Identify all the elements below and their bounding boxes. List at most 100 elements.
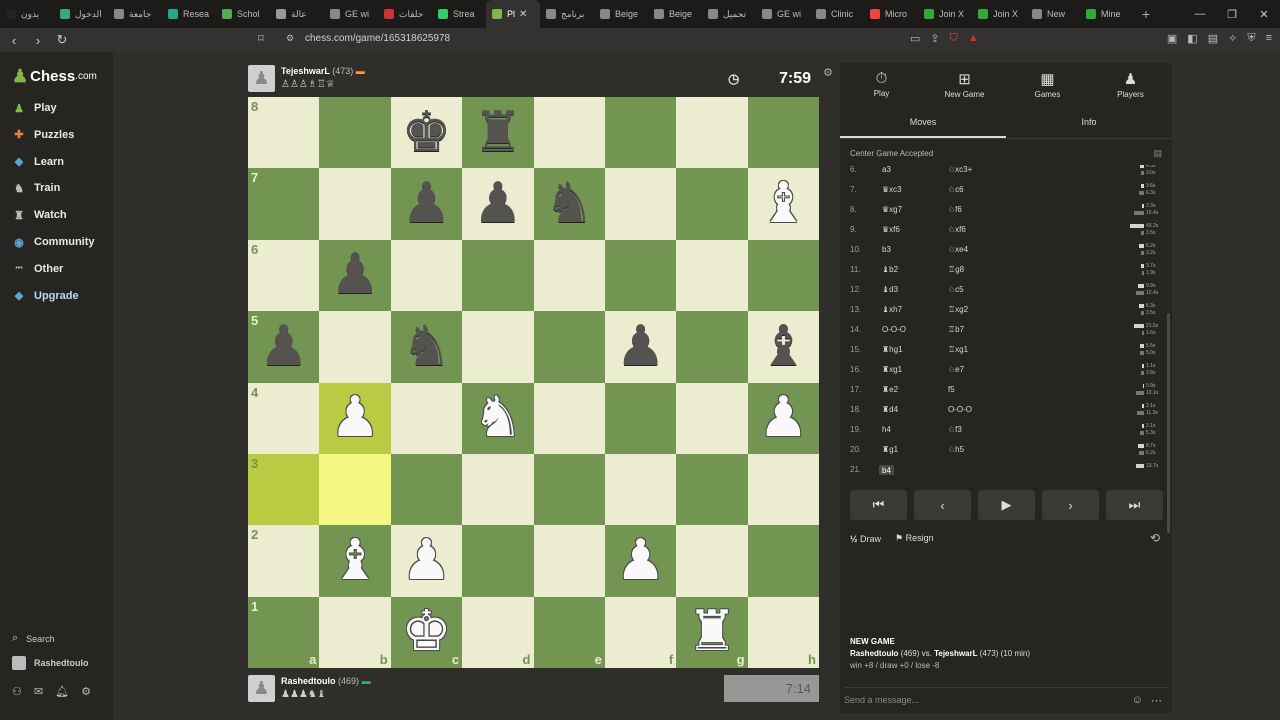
square-c8[interactable]: ♚ [390, 97, 463, 169]
first-move-button[interactable]: ⏮ [850, 490, 907, 520]
black-move[interactable]: f5 [948, 385, 955, 394]
forward-icon[interactable]: › [28, 33, 48, 48]
square-a7[interactable]: 7 [248, 168, 320, 240]
rewards-icon[interactable]: ▲ [968, 32, 979, 45]
user-profile-link[interactable]: Rashedtoulo [12, 656, 89, 670]
square-h5[interactable]: ♝ [747, 311, 819, 383]
more-options-icon[interactable]: ⋯ [1151, 694, 1162, 707]
square-a5[interactable]: 5 ♟ [248, 311, 320, 383]
square-g1[interactable]: g ♜ [676, 596, 748, 668]
browser-tab[interactable]: Micro [864, 0, 918, 28]
white-bishop-icon[interactable]: ♝ [758, 176, 808, 232]
notifications-icon[interactable]: 🔔︎ [55, 685, 69, 698]
square-c4[interactable] [390, 382, 463, 454]
browser-tab[interactable]: Clinic [810, 0, 864, 28]
book-icon[interactable]: ▤ [1153, 148, 1162, 159]
black-pawn-icon[interactable]: ♟ [259, 318, 309, 375]
white-king-icon[interactable]: ♚ [401, 604, 451, 660]
square-f3[interactable] [604, 453, 677, 526]
chess-board[interactable]: 8 ♚ ♜ 7 ♟ ♟ ♞ ♝ 6 ♟ 5 ♟ ♞ ♟ ♝ 4 ♟ ♞ ♟ 3 2 ♝ ♟ ♟ 1 a b c ♚ d e f g ♜ h [248, 97, 819, 668]
messages-icon[interactable]: ✉ [34, 685, 43, 698]
brave-shield-icon[interactable]: ⛉ [950, 32, 958, 45]
move-list-scrollbar[interactable] [1167, 313, 1170, 533]
square-h8[interactable] [747, 97, 819, 169]
browser-tab[interactable]: Join X [918, 0, 972, 28]
black-knight-icon[interactable]: ♞ [401, 318, 451, 375]
tab-info[interactable]: Info [1006, 111, 1172, 138]
square-d5[interactable] [462, 311, 534, 383]
square-h1[interactable]: h [747, 596, 819, 668]
square-c7[interactable]: ♟ [390, 168, 463, 240]
square-a1[interactable]: 1a [248, 596, 320, 668]
browser-tab[interactable]: تحميل [702, 0, 756, 28]
black-move[interactable]: ♖xg2 [948, 305, 968, 314]
site-info-icon[interactable]: ⚙ [286, 33, 294, 44]
white-move[interactable]: ♜d4 [882, 405, 898, 414]
square-g2[interactable] [676, 525, 748, 597]
url-field[interactable]: chess.com/game/165318625978 [305, 33, 450, 44]
square-e7[interactable]: ♞ [533, 168, 605, 240]
square-e2[interactable] [533, 525, 605, 597]
square-d1[interactable]: d [462, 596, 534, 668]
notice-player2[interactable]: TejeshwarL [934, 649, 977, 658]
square-b3[interactable] [319, 453, 391, 526]
sidebar-item-watch[interactable]: ♜ Watch [12, 208, 67, 222]
square-h4[interactable]: ♟ [747, 382, 819, 454]
back-icon[interactable]: ‹ [4, 33, 24, 48]
square-b2[interactable]: ♝ [319, 525, 391, 597]
white-move[interactable]: ♝d3 [882, 285, 898, 294]
black-pawn-icon[interactable]: ♟ [473, 176, 523, 232]
browser-tab[interactable]: Beige [594, 0, 648, 28]
black-knight-icon[interactable]: ♞ [544, 176, 594, 232]
previous-move-button[interactable]: ‹ [914, 490, 971, 520]
square-g4[interactable] [676, 382, 748, 454]
bookmark-icon[interactable]: ⌑ [258, 32, 264, 45]
square-c1[interactable]: c ♚ [390, 596, 463, 668]
square-a4[interactable]: 4 [248, 382, 320, 454]
play-moves-button[interactable]: ▶ [978, 490, 1035, 520]
white-move[interactable]: ♜g1 [882, 445, 898, 454]
white-move[interactable]: b4 [879, 465, 894, 475]
panel-tab-games[interactable]: ▦ Games [1006, 63, 1089, 105]
square-f8[interactable] [604, 97, 677, 169]
browser-tab[interactable]: الدخول [54, 0, 108, 28]
square-e4[interactable] [533, 382, 605, 454]
square-c2[interactable]: ♟ [390, 525, 463, 597]
white-move[interactable]: h4 [882, 425, 891, 434]
white-move[interactable]: ♜e2 [882, 385, 898, 394]
top-player-name[interactable]: TejeshwarL [281, 66, 330, 76]
square-e5[interactable] [533, 311, 605, 383]
white-knight-icon[interactable]: ♞ [473, 390, 523, 446]
square-g6[interactable] [676, 239, 748, 312]
square-d8[interactable]: ♜ [462, 97, 534, 169]
white-move[interactable]: a3 [882, 165, 891, 174]
square-a2[interactable]: 2 [248, 525, 320, 597]
sidebar-item-other[interactable]: ••• Other [12, 262, 63, 276]
white-pawn-icon[interactable]: ♟ [615, 532, 665, 589]
extensions-icon[interactable]: ✧ [1228, 32, 1237, 45]
bottom-player-name[interactable]: Rashedtoulo [281, 676, 336, 686]
square-c3[interactable] [390, 453, 463, 526]
square-e3[interactable] [533, 453, 605, 526]
settings-icon[interactable]: ⚙ [81, 685, 91, 698]
black-move[interactable]: O-O-O [948, 405, 972, 414]
white-move[interactable]: ♝xh7 [882, 305, 902, 314]
black-move[interactable]: ♘f6 [948, 205, 962, 214]
close-tab-icon[interactable]: ✕ [519, 9, 527, 20]
white-move[interactable]: b3 [882, 245, 891, 254]
sidebar-item-puzzles[interactable]: ✚ Puzzles [12, 128, 74, 142]
browser-tab[interactable]: Resea [162, 0, 216, 28]
square-b4[interactable]: ♟ [319, 382, 391, 454]
white-move[interactable]: ♛xf6 [882, 225, 900, 234]
white-move[interactable]: ♛xg7 [882, 205, 902, 214]
sidebar-item-upgrade[interactable]: ◆ Upgrade [12, 289, 79, 303]
browser-tab[interactable]: عالة [270, 0, 324, 28]
black-king-icon[interactable]: ♚ [401, 104, 451, 161]
square-c6[interactable] [390, 239, 463, 312]
square-d3[interactable] [462, 453, 534, 526]
square-h3[interactable] [747, 453, 819, 526]
panel-tab-players[interactable]: ♟ Players [1089, 63, 1172, 105]
panel-tab-play[interactable]: ⏱ Play [840, 63, 923, 105]
resign-button[interactable]: ⚑ Resign [895, 533, 934, 544]
friends-icon[interactable]: ⚇ [12, 685, 22, 698]
